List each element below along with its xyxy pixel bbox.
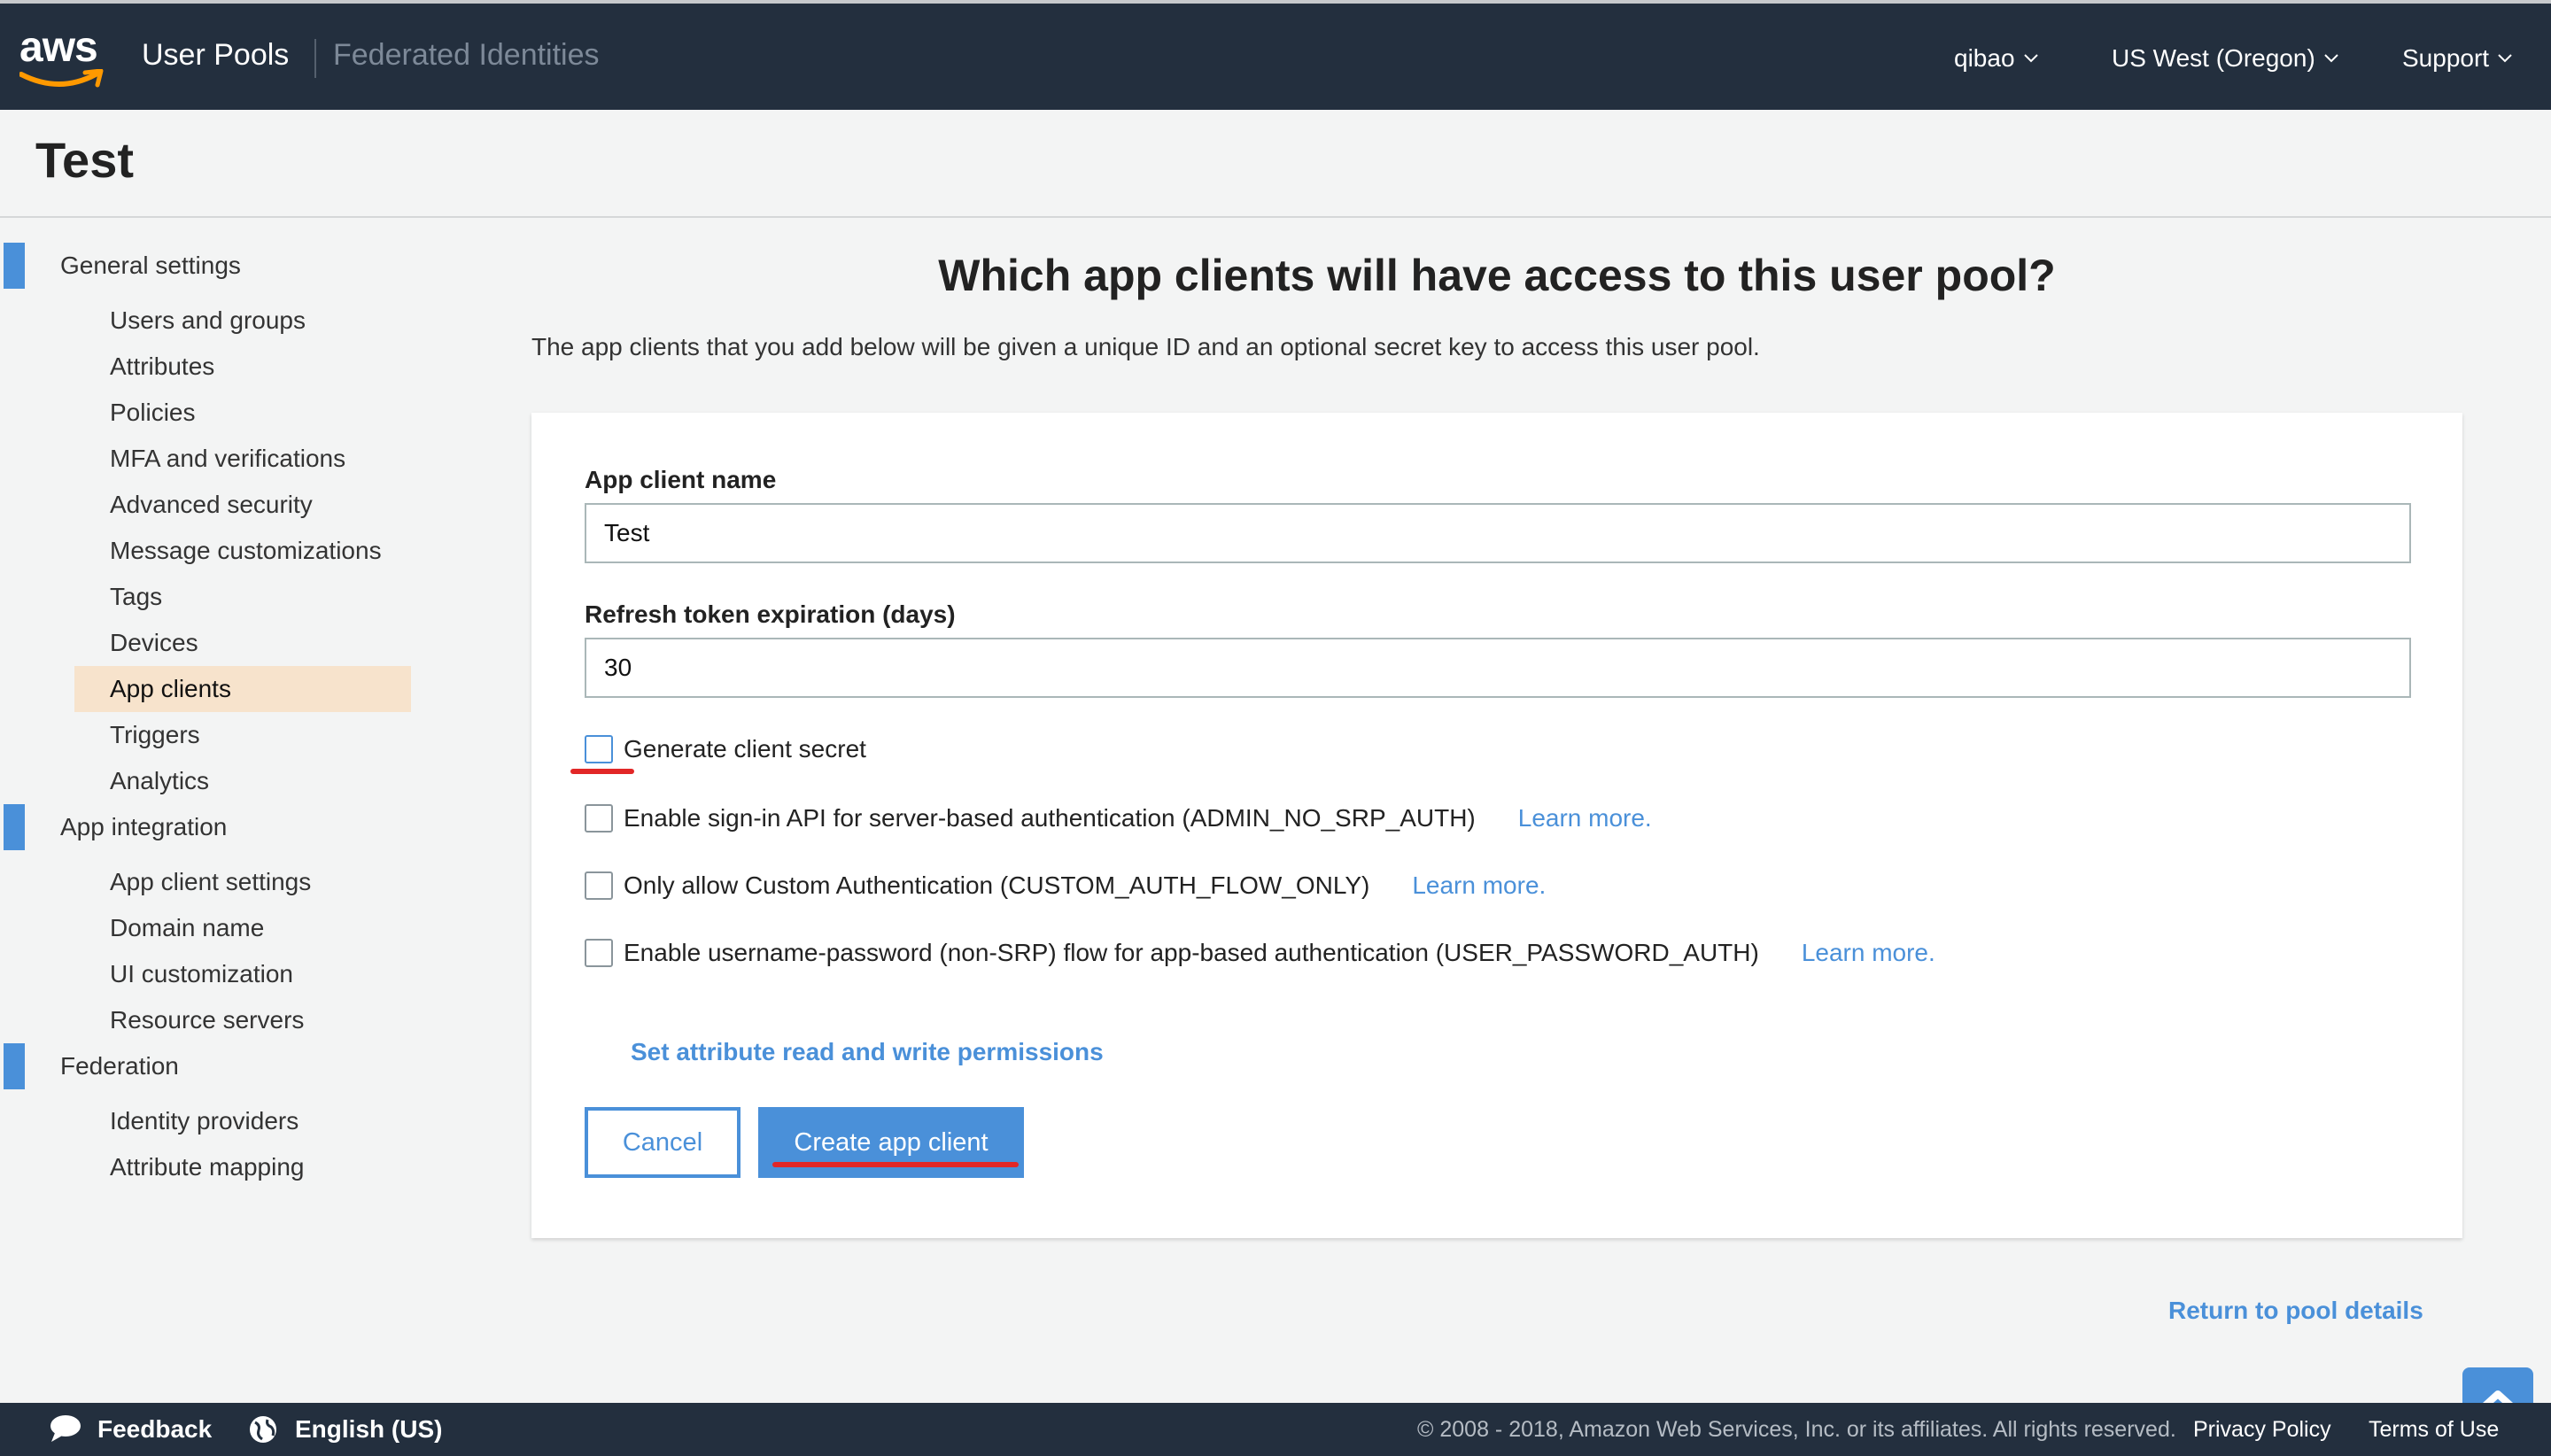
region-name: US West (Oregon) [2112, 44, 2315, 72]
support-menu[interactable]: Support [2402, 44, 2512, 73]
option-label: Only allow Custom Authentication (CUSTOM… [624, 871, 1370, 899]
aws-logo[interactable]: aws [19, 24, 108, 90]
user-password-auth-checkbox[interactable] [585, 939, 613, 967]
chevron-down-icon [2023, 54, 2038, 63]
generate-client-secret-checkbox[interactable] [585, 735, 613, 763]
footer: Feedback English (US) © 2008 - 2018, Ama… [0, 1403, 2551, 1456]
refresh-token-input[interactable] [585, 638, 2411, 698]
feedback-link[interactable]: Feedback [97, 1415, 212, 1444]
terms-of-use-link[interactable]: Terms of Use [2369, 1417, 2499, 1443]
chevron-down-icon [2498, 54, 2512, 63]
sidebar-item-domain-name[interactable]: Domain name [74, 905, 411, 951]
return-to-pool-details-link[interactable]: Return to pool details [2168, 1297, 2423, 1325]
section-marker [4, 1043, 25, 1089]
custom-auth-flow-only-checkbox[interactable] [585, 871, 613, 900]
sidebar-item-app-clients[interactable]: App clients [74, 666, 411, 712]
section-marker [4, 243, 25, 289]
sidebar-section-label: App integration [60, 813, 228, 840]
sidebar-section-label: Federation [60, 1052, 179, 1080]
sidebar-section-general-settings[interactable]: General settings [0, 243, 416, 289]
language-selector[interactable]: English (US) [295, 1415, 442, 1444]
annotation-underline [772, 1162, 1019, 1167]
privacy-policy-link[interactable]: Privacy Policy [2193, 1417, 2331, 1443]
sidebar-item-triggers[interactable]: Triggers [74, 712, 411, 758]
sidebar-item-users-and-groups[interactable]: Users and groups [74, 298, 411, 344]
option-label: Generate client secret [624, 735, 866, 763]
globe-icon [250, 1416, 276, 1443]
account-menu[interactable]: qibao [1954, 44, 2038, 73]
sidebar-item-advanced-security[interactable]: Advanced security [74, 482, 411, 528]
top-navigation-bar: aws User Pools Federated Identities qiba… [0, 0, 2551, 110]
learn-more-link[interactable]: Learn more. [1412, 871, 1546, 900]
app-client-form-card: App client name Refresh token expiration… [531, 413, 2462, 1238]
aws-logo-text: aws [19, 24, 98, 71]
app-client-name-input[interactable] [585, 503, 2411, 563]
option-user-password-auth[interactable]: Enable username-password (non-SRP) flow … [585, 939, 1935, 967]
sidebar-item-app-client-settings[interactable]: App client settings [74, 859, 411, 905]
cancel-button[interactable]: Cancel [585, 1107, 740, 1178]
learn-more-link[interactable]: Learn more. [1518, 804, 1652, 833]
main-description: The app clients that you add below will … [531, 333, 1760, 360]
option-label: Enable sign-in API for server-based auth… [624, 804, 1476, 832]
refresh-token-label: Refresh token expiration (days) [585, 600, 956, 628]
nav-divider [314, 39, 316, 78]
sidebar-item-mfa-and-verifications[interactable]: MFA and verifications [74, 436, 411, 482]
sidebar-item-attributes[interactable]: Attributes [74, 344, 411, 390]
sidebar-item-devices[interactable]: Devices [74, 620, 411, 666]
option-generate-client-secret[interactable]: Generate client secret [585, 735, 866, 763]
header-divider [0, 216, 2551, 218]
sidebar-item-resource-servers[interactable]: Resource servers [74, 997, 411, 1043]
user-pools-tab[interactable]: User Pools [142, 38, 289, 73]
region-menu[interactable]: US West (Oregon) [2112, 44, 2338, 73]
sidebar-section-label: General settings [60, 252, 241, 279]
annotation-underline [570, 769, 634, 774]
main-heading: Which app clients will have access to th… [938, 251, 2056, 300]
sidebar-item-analytics[interactable]: Analytics [74, 758, 411, 804]
create-app-client-button[interactable]: Create app client [758, 1107, 1024, 1178]
sidebar-item-policies[interactable]: Policies [74, 390, 411, 436]
sidebar-item-ui-customization[interactable]: UI customization [74, 951, 411, 997]
sidebar-item-identity-providers[interactable]: Identity providers [74, 1098, 411, 1144]
sidebar-item-tags[interactable]: Tags [74, 574, 411, 620]
sidebar-item-attribute-mapping[interactable]: Attribute mapping [74, 1144, 411, 1190]
app-client-name-label: App client name [585, 466, 777, 493]
admin-no-srp-auth-checkbox[interactable] [585, 804, 613, 833]
option-admin-no-srp-auth[interactable]: Enable sign-in API for server-based auth… [585, 804, 1652, 833]
aws-smile-icon [19, 69, 104, 88]
sidebar-item-message-customizations[interactable]: Message customizations [74, 528, 411, 574]
sidebar-section-federation[interactable]: Federation [0, 1043, 416, 1089]
copyright-text: © 2008 - 2018, Amazon Web Services, Inc.… [1417, 1417, 2176, 1442]
support-label: Support [2402, 44, 2490, 72]
learn-more-link[interactable]: Learn more. [1802, 939, 1935, 967]
feedback-icon [50, 1415, 81, 1442]
page-title: Test [35, 132, 134, 188]
set-attribute-permissions-link[interactable]: Set attribute read and write permissions [631, 1038, 1104, 1066]
chevron-down-icon [2324, 54, 2338, 63]
section-marker [4, 804, 25, 850]
sidebar-section-app-integration[interactable]: App integration [0, 804, 416, 850]
option-custom-auth-flow-only[interactable]: Only allow Custom Authentication (CUSTOM… [585, 871, 1546, 900]
option-label: Enable username-password (non-SRP) flow … [624, 939, 1759, 966]
account-name: qibao [1954, 44, 2015, 72]
federated-identities-tab[interactable]: Federated Identities [333, 38, 600, 73]
